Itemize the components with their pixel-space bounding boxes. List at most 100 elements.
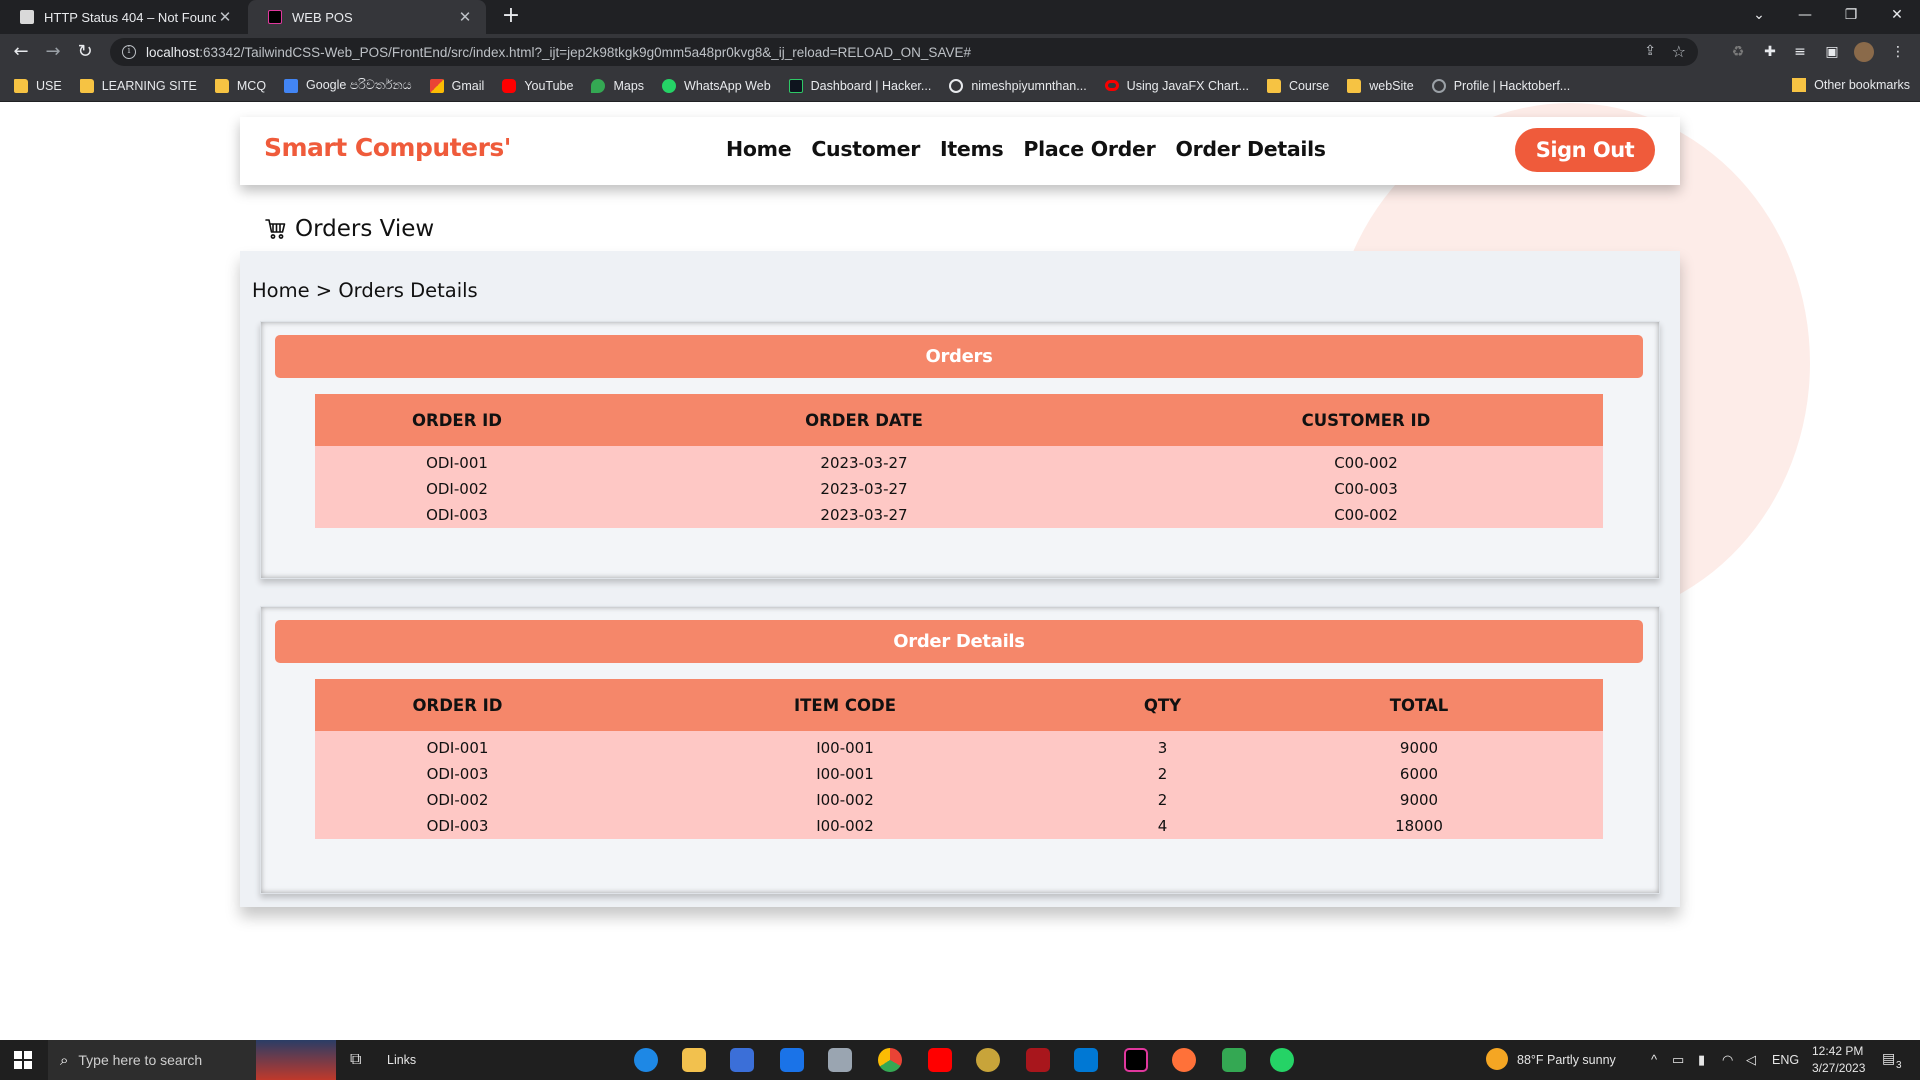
vscode-icon[interactable] (1074, 1048, 1098, 1072)
bookmark-gmail[interactable]: Gmail (429, 78, 484, 93)
file-explorer-icon[interactable] (682, 1048, 706, 1072)
search-highlight-icon[interactable] (256, 1040, 336, 1080)
wifi-icon[interactable]: ◠ (1722, 1052, 1733, 1068)
bookmark-star-icon[interactable]: ☆ (1672, 42, 1686, 61)
windows-start-icon[interactable] (14, 1051, 32, 1069)
app-red-icon[interactable] (1026, 1048, 1050, 1072)
nav-customer[interactable]: Customer (811, 137, 920, 161)
address-bar[interactable]: i localhost:63342/TailwindCSS-Web_POS/Fr… (110, 38, 1698, 66)
column-header[interactable]: CUSTOMER ID (1129, 394, 1603, 446)
table-row[interactable]: ODI-001 I00-001 3 9000 (315, 731, 1603, 761)
control-panel-icon[interactable] (828, 1048, 852, 1072)
new-tab-icon[interactable]: + (498, 4, 524, 30)
bookmark-google-translate[interactable]: Google පරිවර්තනය (284, 78, 412, 93)
column-header[interactable]: ORDER ID (315, 394, 599, 446)
bookmark-whatsapp[interactable]: WhatsApp Web (662, 78, 771, 93)
notification-center-icon[interactable]: ▤ (1882, 1050, 1895, 1067)
menu-kebab-icon[interactable]: ⋮ (1888, 42, 1908, 62)
microsoft-store-icon[interactable] (730, 1048, 754, 1072)
whatsapp-icon (662, 78, 677, 93)
extension-recycle-icon[interactable]: ♻ (1728, 42, 1748, 62)
media-queue-icon[interactable]: ≡ (1790, 42, 1810, 62)
cell: 2023-03-27 (599, 446, 1129, 476)
clock-time[interactable]: 12:42 PM (1812, 1044, 1863, 1058)
restore-icon[interactable]: ❐ (1828, 0, 1874, 30)
cell: C00-002 (1129, 446, 1603, 476)
column-header[interactable]: QTY (1090, 679, 1235, 731)
profile-avatar-icon[interactable] (1854, 42, 1874, 62)
cell: ODI-001 (315, 446, 599, 476)
bookmark-hackerrank[interactable]: Dashboard | Hacker... (788, 78, 931, 93)
minimize-icon[interactable]: — (1782, 0, 1828, 30)
browser-tab-bar: HTTP Status 404 – Not Found ✕ WEB POS ✕ … (0, 0, 1920, 34)
battery-icon[interactable]: ▮ (1698, 1052, 1705, 1068)
nav-place-order[interactable]: Place Order (1023, 137, 1155, 161)
whatsapp-app-icon[interactable] (1270, 1048, 1294, 1072)
intellij-icon[interactable] (1124, 1048, 1148, 1072)
bookmark-mcq[interactable]: MCQ (214, 78, 266, 93)
table-row[interactable]: ODI-003 I00-001 2 6000 (315, 761, 1603, 787)
forward-icon[interactable]: → (40, 40, 66, 64)
bookmark-course[interactable]: Course (1266, 78, 1329, 93)
close-tab-icon[interactable]: ✕ (216, 8, 234, 26)
nav-items[interactable]: Items (940, 137, 1004, 161)
brand-logo[interactable]: Smart Computers' (264, 133, 511, 162)
hacktoberfest-icon (1431, 78, 1446, 93)
column-header[interactable]: TOTAL (1235, 679, 1603, 731)
app-swirl-icon[interactable] (976, 1048, 1000, 1072)
youtube-app-icon[interactable] (928, 1048, 952, 1072)
bookmark-maps[interactable]: Maps (591, 78, 644, 93)
back-icon[interactable]: ← (8, 40, 34, 64)
mail-icon[interactable] (780, 1048, 804, 1072)
table-row[interactable]: ODI-002 I00-002 2 9000 (315, 787, 1603, 813)
side-panel-icon[interactable]: ▣ (1822, 42, 1842, 62)
breadcrumb: Home > Orders Details (252, 279, 478, 302)
share-icon[interactable]: ⇪ (1644, 43, 1656, 59)
chrome-icon[interactable] (878, 1048, 902, 1072)
volume-icon[interactable]: ◁ (1746, 1052, 1756, 1068)
table-row[interactable]: ODI-001 2023-03-27 C00-002 (315, 446, 1603, 476)
firefox-icon[interactable] (1172, 1048, 1196, 1072)
table-row[interactable]: ODI-003 2023-03-27 C00-002 (315, 502, 1603, 528)
sign-out-button[interactable]: Sign Out (1515, 128, 1655, 172)
bookmark-hacktoberfest[interactable]: Profile | Hacktoberf... (1431, 78, 1570, 93)
show-hidden-icons-chevron-icon[interactable]: ^ (1651, 1052, 1657, 1067)
task-view-icon[interactable]: ⧉ (350, 1051, 361, 1069)
bookmark-website[interactable]: webSite (1347, 78, 1414, 93)
language-indicator[interactable]: ENG (1772, 1053, 1799, 1067)
bookmark-learning-site[interactable]: LEARNING SITE (79, 78, 197, 93)
cell: C00-003 (1129, 476, 1603, 502)
folder-icon (79, 78, 94, 93)
bookmark-javafx[interactable]: Using JavaFX Chart... (1104, 79, 1249, 93)
orders-table: ORDER ID ORDER DATE CUSTOMER ID ODI-001 … (315, 394, 1603, 528)
nav-home[interactable]: Home (726, 137, 792, 161)
app-green-icon[interactable] (1222, 1048, 1246, 1072)
table-row[interactable]: ODI-002 2023-03-27 C00-003 (315, 476, 1603, 502)
bookmark-github[interactable]: nimeshpiyumnthan... (949, 78, 1087, 93)
edge-icon[interactable] (634, 1048, 658, 1072)
other-bookmarks[interactable]: Other bookmarks (1792, 78, 1910, 92)
site-info-icon[interactable]: i (122, 45, 136, 59)
cell: ODI-002 (315, 787, 600, 813)
column-header[interactable]: ORDER ID (315, 679, 600, 731)
weather-text[interactable]: 88°F Partly sunny (1517, 1053, 1616, 1067)
column-header[interactable]: ITEM CODE (600, 679, 1090, 731)
folder-icon (1347, 78, 1362, 93)
clock-date[interactable]: 3/27/2023 (1812, 1061, 1865, 1075)
close-window-icon[interactable]: ✕ (1874, 0, 1920, 30)
bookmark-use[interactable]: USE (14, 78, 62, 93)
column-header[interactable]: ORDER DATE (599, 394, 1129, 446)
device-icon[interactable]: ▭ (1672, 1052, 1684, 1068)
close-tab-icon[interactable]: ✕ (456, 8, 474, 26)
bookmark-youtube[interactable]: YouTube (502, 78, 573, 93)
nav-order-details[interactable]: Order Details (1175, 137, 1326, 161)
extensions-puzzle-icon[interactable]: ✚ (1760, 42, 1780, 62)
reload-icon[interactable]: ↻ (72, 40, 98, 64)
links-toolbar[interactable]: Links (387, 1053, 416, 1067)
tab-http-404[interactable]: HTTP Status 404 – Not Found ✕ (0, 0, 246, 34)
tab-web-pos[interactable]: WEB POS ✕ (248, 0, 486, 34)
weather-icon[interactable] (1486, 1048, 1508, 1070)
tab-search-icon[interactable]: ⌄ (1736, 0, 1782, 30)
taskbar-search-input[interactable]: ⌕ Type here to search (48, 1040, 256, 1080)
table-row[interactable]: ODI-003 I00-002 4 18000 (315, 813, 1603, 839)
